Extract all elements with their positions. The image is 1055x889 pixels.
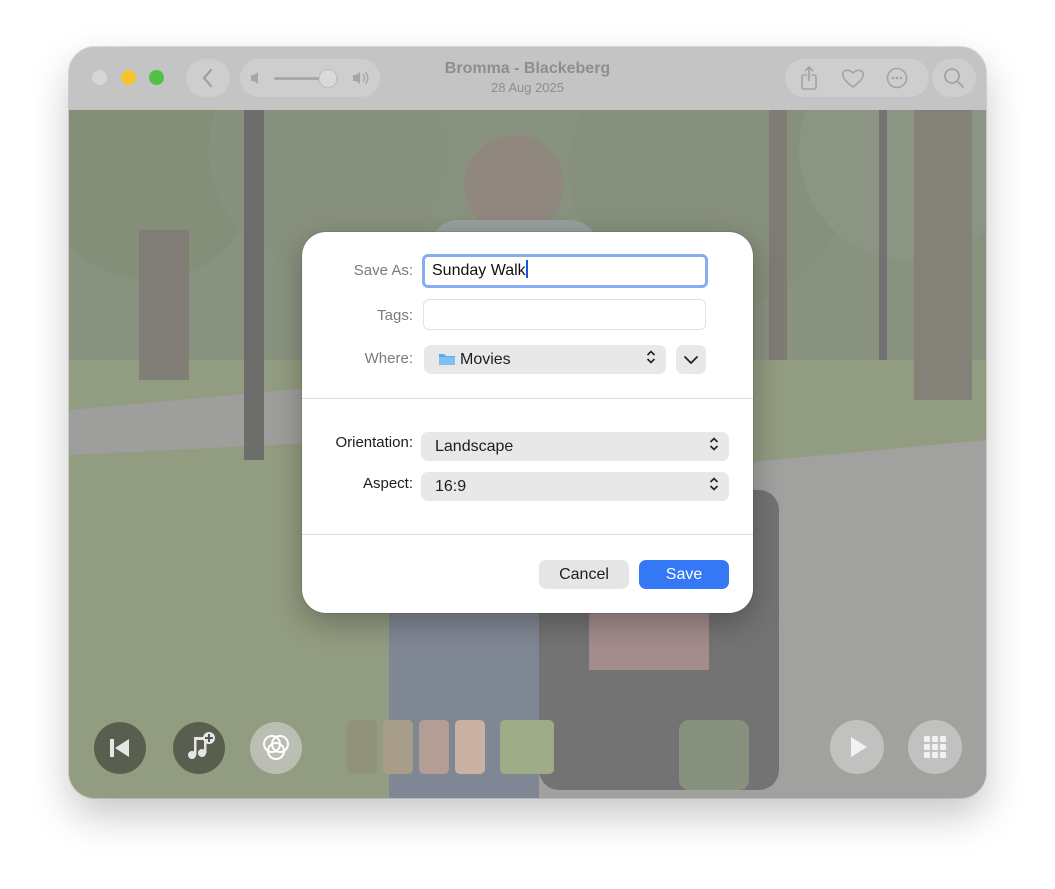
save-button[interactable]: Save xyxy=(639,560,729,589)
title-bar: Bromma - Blackeberg 28 Aug 2025 xyxy=(69,47,986,110)
actions-toolbar xyxy=(785,59,929,97)
divider xyxy=(302,398,753,399)
thumbnail[interactable] xyxy=(455,720,485,774)
where-value: Movies xyxy=(460,351,511,368)
orientation-label: Orientation: xyxy=(335,434,413,451)
thumbnail[interactable] xyxy=(419,720,449,774)
skip-back-button[interactable] xyxy=(94,722,146,774)
save-as-label: Save As: xyxy=(353,262,413,279)
add-music-button[interactable] xyxy=(173,722,225,774)
tags-label: Tags: xyxy=(377,307,413,324)
skip-back-icon xyxy=(110,739,129,757)
heart-icon xyxy=(842,69,864,89)
tags-field[interactable] xyxy=(423,299,706,330)
cancel-button[interactable]: Cancel xyxy=(539,560,629,589)
divider xyxy=(302,534,753,535)
grid-button[interactable] xyxy=(908,720,962,774)
where-popup[interactable]: Movies xyxy=(424,345,666,374)
add-music-icon xyxy=(188,732,215,759)
search-icon xyxy=(944,68,964,88)
filters-button[interactable] xyxy=(250,722,302,774)
share-icon xyxy=(801,65,817,90)
save-as-value: Sunday Walk xyxy=(432,262,526,279)
filters-icon xyxy=(263,735,289,760)
aspect-label: Aspect: xyxy=(362,475,413,492)
play-button[interactable] xyxy=(830,720,884,774)
updown-chevron-icon xyxy=(709,432,719,461)
save-dialog: Save As: Sunday Walk Tags: Where: Movies… xyxy=(302,232,753,613)
text-cursor xyxy=(525,260,528,278)
expand-browser-button[interactable] xyxy=(676,345,706,374)
thumbnail[interactable] xyxy=(347,720,377,774)
aspect-popup[interactable]: 16:9 xyxy=(421,472,729,501)
aspect-value: 16:9 xyxy=(435,478,467,495)
search-button[interactable] xyxy=(932,59,976,97)
more-icon xyxy=(886,67,908,89)
thumbnail[interactable] xyxy=(383,720,413,774)
thumbnail-strip xyxy=(347,720,557,774)
orientation-value: Landscape xyxy=(435,438,514,455)
save-as-field[interactable]: Sunday Walk xyxy=(422,254,708,288)
grid-icon xyxy=(924,736,946,758)
chevron-down-icon xyxy=(684,356,698,364)
play-icon xyxy=(851,737,867,757)
where-label: Where: xyxy=(364,350,413,367)
updown-chevron-icon xyxy=(646,345,656,374)
thumbnail[interactable] xyxy=(500,720,554,774)
folder-icon xyxy=(438,347,456,376)
updown-chevron-icon xyxy=(709,472,719,501)
orientation-popup[interactable]: Landscape xyxy=(421,432,729,461)
